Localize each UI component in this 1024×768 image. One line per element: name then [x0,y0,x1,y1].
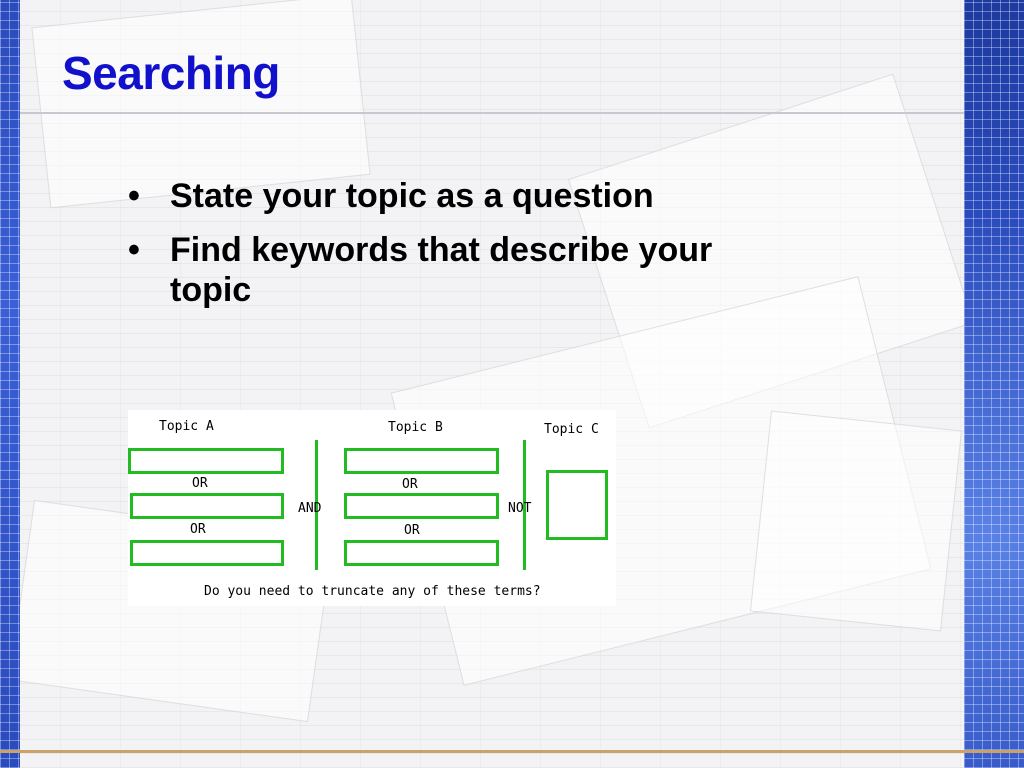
boolean-search-diagram: Topic A Topic B Topic C OR OR AND OR OR … [128,410,616,606]
and-operator: AND [298,501,322,516]
bullet-text: State your topic as a question [170,177,654,215]
topic-b-label: Topic B [388,420,443,435]
right-decorative-strip [964,0,1024,768]
bullet-text: Find keywords that describe your topic [170,231,713,309]
topic-a-label: Topic A [159,419,214,434]
or-label: OR [190,522,206,537]
background-form-sheet [749,410,963,632]
not-operator: NOT [508,501,532,516]
slide-title: Searching [62,47,280,99]
bullet-marker: • [128,231,140,269]
topic-a-term-box [130,540,284,566]
topic-b-term-box [344,448,499,474]
or-label: OR [192,476,208,491]
left-decorative-strip [0,0,20,768]
title-divider [20,112,964,114]
bullet-marker: • [128,177,140,215]
topic-b-term-box [344,540,499,566]
truncation-question: Do you need to truncate any of these ter… [204,584,541,599]
or-label: OR [404,523,420,538]
or-label: OR [402,477,418,492]
footer-divider [0,750,1024,753]
topic-c-term-box [546,470,608,540]
topic-a-term-box [128,448,284,474]
topic-b-term-box [344,493,499,519]
background-tax-forms [0,0,1024,768]
bullet-list: • State your topic as a question • Find … [128,176,748,324]
bullet-item: • Find keywords that describe your topic [128,230,748,310]
topic-c-label: Topic C [544,422,599,437]
bullet-item: • State your topic as a question [128,176,748,216]
topic-a-term-box [130,493,284,519]
